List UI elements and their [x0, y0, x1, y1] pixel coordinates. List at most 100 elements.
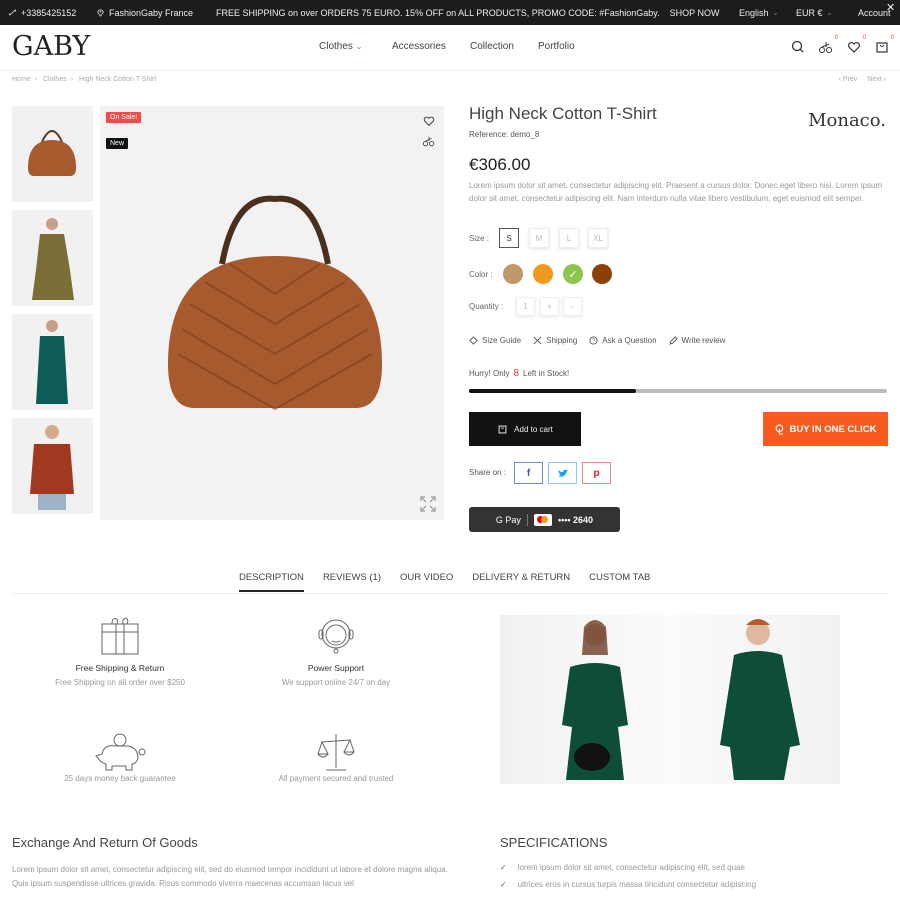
tab-delivery-return[interactable]: DELIVERY & RETURN [472, 572, 570, 592]
breadcrumb: Home › Clothes › High Neck Cotton T-Shirt [12, 76, 157, 83]
spec-item: ultrices eros in cursus turpis massa tin… [500, 880, 756, 897]
compare-button[interactable]: 0 [818, 35, 838, 55]
share-twitter-button[interactable] [548, 462, 577, 484]
tab-custom[interactable]: CUSTOM TAB [589, 572, 650, 592]
next-product-link[interactable]: Next › [867, 76, 886, 83]
size-option-l[interactable]: L [559, 228, 579, 248]
size-option-s[interactable]: S [499, 228, 519, 248]
feature-title: Power Support [307, 663, 365, 673]
buy-one-click-button[interactable]: BUY IN ONE CLICK [763, 412, 888, 446]
top-bar: +3385425152 FashionGaby France FREE SHIP… [0, 0, 900, 25]
product-tabs: DESCRIPTION REVIEWS (1) OUR VIDEO DELIVE… [239, 572, 650, 592]
color-swatch[interactable] [533, 264, 553, 284]
breadcrumb-current: High Neck Cotton T-Shirt [79, 76, 157, 83]
nav-clothes[interactable]: Clothes ⌄ [319, 41, 362, 52]
add-to-cart-label: Add to cart [514, 424, 553, 434]
wishlist-heart-icon[interactable] [422, 114, 436, 128]
currency-selector[interactable]: EUR € ⌄ [796, 0, 832, 25]
twitter-icon [557, 469, 568, 477]
feature-free-shipping: Free Shipping & Return Free Shipping on … [20, 615, 220, 687]
google-pay-button[interactable]: G Pay •••• 2640 [469, 507, 620, 532]
quantity-decrease-button[interactable]: - [563, 297, 582, 316]
tab-our-video[interactable]: OUR VIDEO [400, 572, 453, 592]
shipping-label: Shipping [546, 336, 578, 345]
brand-logo[interactable]: Monaco. [808, 110, 886, 131]
share-pinterest-button[interactable]: p [582, 462, 611, 484]
quantity-label: Quantity : [469, 302, 504, 311]
write-review-link[interactable]: Write review [668, 336, 725, 345]
models-promo-image [500, 615, 840, 784]
share-facebook-button[interactable]: f [514, 462, 543, 484]
product-title: High Neck Cotton T-Shirt [469, 104, 657, 123]
headset-support-icon [318, 619, 354, 654]
buy-one-click-label: BUY IN ONE CLICK [789, 423, 877, 435]
quantity-increase-button[interactable]: + [540, 297, 559, 316]
on-sale-badge: On Sale! [106, 112, 142, 123]
product-price: €306.00 [469, 155, 531, 174]
color-swatch[interactable] [503, 264, 523, 284]
close-topbar-button[interactable]: ✕ [886, 0, 895, 20]
thumbnail-olive-dress[interactable] [12, 210, 93, 306]
color-swatch[interactable] [592, 264, 612, 284]
search-icon [791, 40, 804, 53]
pinterest-icon: p [593, 467, 600, 479]
wishlist-count: 0 [862, 35, 866, 41]
add-to-cart-button[interactable]: Add to cart [469, 412, 581, 446]
quantity-input[interactable]: 1 [516, 297, 535, 316]
breadcrumb-home[interactable]: Home [12, 76, 31, 83]
feature-secure-payment: All payment secured and trusted [236, 732, 436, 783]
promo-message: FREE SHIPPING on over ORDERS 75 EURO. 15… [216, 0, 719, 25]
location-pin-icon [97, 9, 104, 17]
shop-now-link[interactable]: SHOP NOW [670, 8, 720, 18]
color-swatch-selected[interactable]: ✓ [563, 264, 583, 284]
phone-number: +3385425152 [21, 7, 77, 18]
size-guide-label: Size Guide [482, 336, 522, 345]
size-option-m[interactable]: M [529, 228, 549, 248]
gift-box-icon [101, 617, 139, 655]
tabs-divider [12, 593, 888, 594]
feature-subtitle: All payment secured and trusted [278, 774, 394, 783]
thumbnail-teal-coat[interactable] [12, 314, 93, 410]
red-sweater-thumbnail-image [30, 425, 74, 510]
main-product-image[interactable]: On Sale! New [100, 106, 444, 520]
google-pay-logo: G Pay [495, 514, 521, 525]
nav-portfolio[interactable]: Portfolio [538, 41, 575, 52]
product-description: Lorem ipsum dolor sit amet, consectetur … [469, 181, 883, 203]
cart-button[interactable]: 0 [874, 35, 894, 55]
phone-contact[interactable]: +3385425152 [8, 0, 76, 25]
ask-question-link[interactable]: ? Ask a Question [589, 336, 657, 345]
store-location[interactable]: FashionGaby France [96, 0, 193, 25]
fullscreen-expand-icon[interactable] [420, 496, 436, 512]
breadcrumb-clothes[interactable]: Clothes [43, 76, 67, 83]
hand-pointer-icon [775, 424, 783, 434]
thumbnail-red-sweater[interactable] [12, 418, 93, 514]
heart-icon [848, 42, 860, 53]
currency-label: EUR € [796, 7, 823, 18]
tab-description[interactable]: DESCRIPTION [239, 572, 304, 592]
wishlist-button[interactable]: 0 [846, 35, 866, 55]
nav-accessories[interactable]: Accessories [392, 41, 446, 52]
cart-count: 0 [890, 35, 894, 41]
search-button[interactable] [790, 39, 806, 55]
size-guide-link[interactable]: Size Guide [469, 336, 521, 345]
checkmark-icon: ✓ [568, 268, 578, 281]
site-header: GABY Clothes ⌄ Accessories Collection Po… [0, 25, 900, 71]
site-logo[interactable]: GABY [12, 31, 90, 62]
compare-icon [819, 42, 832, 53]
tab-reviews[interactable]: REVIEWS (1) [323, 572, 381, 592]
language-selector[interactable]: English ⌄ [739, 0, 778, 25]
thumbnail-handbag[interactable] [12, 106, 93, 202]
compare-icon[interactable] [422, 134, 436, 148]
prev-product-link[interactable]: ‹ Prev [839, 76, 858, 83]
shipping-icon [533, 336, 542, 345]
shipping-link[interactable]: Shipping [533, 336, 577, 345]
nav-collection[interactable]: Collection [470, 41, 514, 52]
share-label: Share on : [469, 468, 506, 477]
nav-clothes-label: Clothes [319, 41, 353, 52]
feature-subtitle: We support online 24/7 on day [281, 678, 391, 687]
size-option-xl[interactable]: XL [588, 228, 608, 248]
language-label: English [739, 7, 769, 18]
shopping-bag-icon [876, 42, 888, 53]
ask-question-label: Ask a Question [602, 336, 657, 345]
exchange-text: Lorem ipsum dolor sit amet, consectetur … [12, 865, 448, 888]
